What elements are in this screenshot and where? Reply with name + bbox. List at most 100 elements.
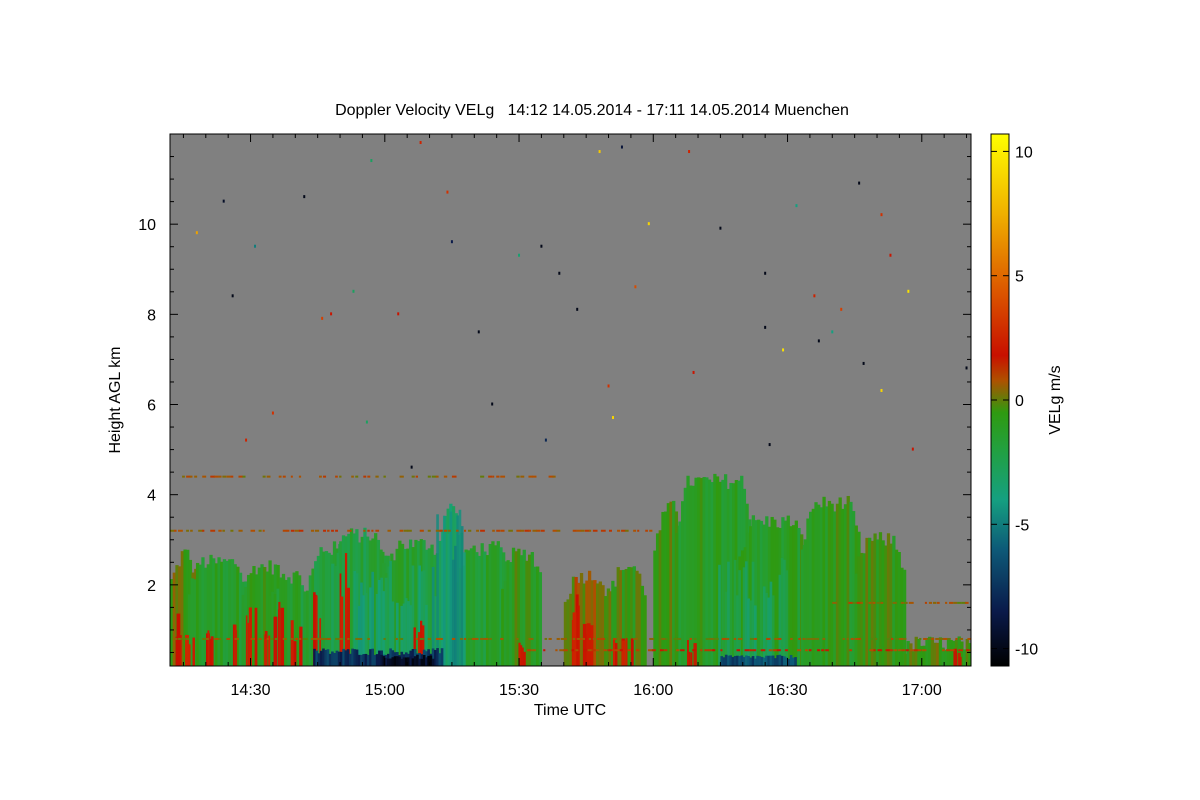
noise-segment [676, 649, 680, 652]
noise-segment [532, 529, 538, 532]
noise-segment [222, 529, 225, 532]
noise-segment [508, 529, 513, 532]
noise-segment [637, 529, 640, 532]
noise-segment [849, 649, 853, 652]
noise-segment [310, 529, 315, 532]
isolated-point [245, 438, 248, 442]
noise-segment [776, 649, 781, 652]
noise-segment [190, 475, 193, 478]
updraft-column [727, 561, 730, 666]
downdraft-streak [612, 638, 615, 666]
noise-segment [468, 637, 473, 640]
y-tick-label: 8 [147, 307, 156, 324]
noise-segment [806, 637, 811, 640]
noise-segment [548, 637, 552, 640]
noise-segment [202, 529, 205, 532]
noise-segment [431, 475, 437, 478]
noise-segment [693, 637, 697, 640]
noise-segment [443, 529, 448, 532]
noise-segment [528, 475, 533, 478]
noise-segment [174, 529, 177, 532]
noise-segment [936, 601, 940, 604]
noise-segment [520, 475, 525, 478]
noise-segment [904, 601, 908, 604]
noise-segment [492, 475, 495, 478]
noise-segment [476, 529, 479, 532]
isolated-point [540, 244, 543, 248]
noise-segment [488, 475, 493, 478]
downdraft-streak [577, 605, 580, 666]
noise-segment [604, 637, 608, 640]
y-tick-label: 6 [147, 398, 156, 415]
noise-segment [748, 649, 753, 652]
noise-segment [327, 637, 331, 640]
noise-segment [230, 529, 234, 532]
isolated-point [817, 339, 820, 343]
isolated-point [880, 388, 883, 392]
noise-segment [945, 649, 950, 652]
downdraft-streak [693, 643, 697, 666]
noise-segment [949, 601, 954, 604]
isolated-point [271, 411, 274, 415]
noise-segment [932, 601, 937, 604]
downdraft-streak [630, 638, 634, 666]
noise-segment [527, 649, 531, 652]
x-tick-label: 17:00 [902, 682, 942, 699]
noise-segment [302, 637, 308, 640]
noise-segment [854, 637, 860, 640]
isolated-point [862, 361, 865, 365]
noise-segment [814, 637, 820, 640]
noise-segment [852, 601, 856, 604]
noise-segment [242, 475, 246, 478]
noise-segment [419, 529, 424, 532]
noise-segment [677, 637, 682, 640]
noise-segment [427, 529, 431, 532]
noise-segment [886, 637, 892, 640]
noise-segment [945, 601, 948, 604]
noise-segment [868, 601, 872, 604]
noise-segment [222, 475, 227, 478]
noise-segment [262, 529, 265, 532]
noise-segment [892, 601, 897, 604]
noise-segment [323, 475, 327, 478]
updraft-column [785, 570, 788, 666]
noise-segment [611, 649, 616, 652]
noise-segment [516, 475, 520, 478]
noise-segment [536, 529, 541, 532]
noise-segment [182, 637, 187, 640]
isolated-point [558, 271, 561, 275]
noise-segment [700, 649, 703, 652]
noise-segment [720, 649, 723, 652]
downdraft-streak [958, 656, 962, 666]
isolated-point [397, 312, 400, 316]
noise-segment [323, 529, 326, 532]
noise-segment [186, 637, 190, 640]
colorbar-label: VELg m/s [1047, 365, 1064, 434]
noise-segment [959, 637, 964, 640]
noise-segment [399, 637, 404, 640]
noise-segment [572, 529, 577, 532]
noise-segment [531, 649, 537, 652]
noise-segment [943, 637, 948, 640]
colorbar-tick-label: -5 [1015, 517, 1029, 534]
isolated-point [764, 271, 767, 275]
noise-segment [363, 529, 366, 532]
noise-segment [798, 637, 801, 640]
isolated-point [813, 294, 816, 298]
noise-segment [262, 475, 266, 478]
noise-segment [282, 529, 288, 532]
noise-segment [266, 637, 269, 640]
noise-segment [651, 649, 656, 652]
downdraft-streak [586, 623, 591, 666]
isolated-point [352, 289, 355, 293]
noise-segment [464, 529, 467, 532]
noise-segment [319, 475, 322, 478]
noise-segment [928, 601, 933, 604]
noise-segment [290, 637, 294, 640]
noise-segment [564, 637, 567, 640]
noise-segment [298, 475, 302, 478]
noise-segment [880, 601, 884, 604]
noise-segment [953, 601, 958, 604]
isolated-point [222, 199, 225, 203]
noise-segment [339, 637, 343, 640]
